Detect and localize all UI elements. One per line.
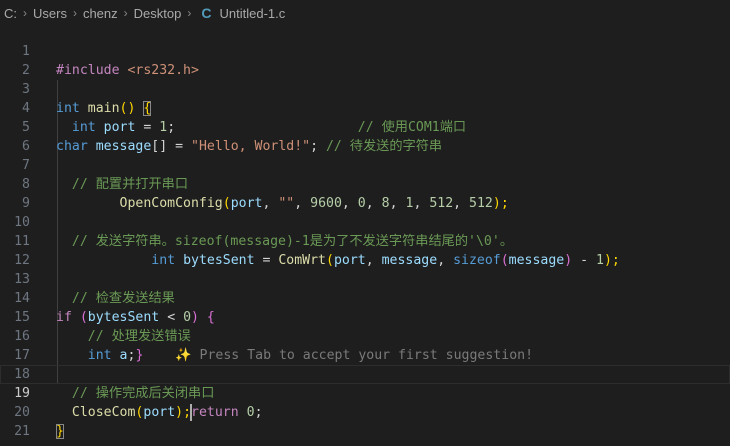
- code-line-20[interactable]: 20 }: [0, 384, 730, 439]
- chevron-right-icon: ›: [187, 6, 192, 20]
- code-line-18[interactable]: 18 // 操作完成后关闭串口: [0, 346, 730, 401]
- chevron-right-icon: ›: [23, 6, 27, 20]
- chevron-right-icon: ›: [123, 6, 128, 20]
- code-line-9[interactable]: 9: [0, 175, 730, 211]
- code-line-17[interactable]: 17: [0, 327, 730, 363]
- line-number: 21: [14, 424, 30, 439]
- line-content: }: [56, 422, 64, 441]
- code-line-6[interactable]: 6: [0, 118, 730, 154]
- code-line-14[interactable]: 14 if (bytesSent < 0) {: [0, 270, 730, 325]
- code-line-8[interactable]: 8 OpenComConfig(port, "", 9600, 0, 8, 1,…: [0, 156, 730, 211]
- code-line-7[interactable]: 7 // 配置并打开串口: [0, 137, 730, 192]
- breadcrumb-users[interactable]: Users: [31, 6, 69, 21]
- code-line-11[interactable]: 11 int bytesSent = ComWrt(port, message,…: [0, 213, 730, 268]
- code-line-10[interactable]: 10 // 发送字符串。sizeof(message)-1是为了不发送字符串结尾…: [0, 194, 730, 249]
- code-line-21[interactable]: 21: [0, 403, 730, 439]
- code-line-15[interactable]: 15 // 处理发送错误: [0, 289, 730, 344]
- code-line-19[interactable]: 19 CloseCom(port);return 0;: [0, 365, 730, 421]
- bracket-match: }: [56, 424, 64, 439]
- code-line-4[interactable]: 4 int port = 1; // 使用COM1端口: [0, 80, 730, 135]
- breadcrumb-file[interactable]: Untitled-1.c: [217, 6, 287, 21]
- c-file-icon: C: [201, 5, 212, 21]
- breadcrumb-chenz[interactable]: chenz: [81, 6, 120, 21]
- code-line-5[interactable]: 5 char message[] = "Hello, World!"; // 待…: [0, 99, 730, 154]
- code-line-13[interactable]: 13 // 检查发送结果: [0, 251, 730, 306]
- code-line-1[interactable]: 1 #include <rs232.h>: [0, 23, 730, 78]
- code-line-2[interactable]: 2: [0, 42, 730, 78]
- breadcrumb-drive[interactable]: C:: [0, 6, 19, 21]
- code-line-3[interactable]: 3 int main() {: [0, 61, 730, 116]
- chevron-right-icon: ›: [72, 6, 77, 20]
- code-line-16[interactable]: 16 int a;} ✨ Press Tab to accept your fi…: [0, 308, 730, 363]
- code-editor[interactable]: 1 #include <rs232.h> 2 3 int main() { 4 …: [0, 23, 730, 439]
- breadcrumb-desktop[interactable]: Desktop: [132, 6, 184, 21]
- code-line-12[interactable]: 12: [0, 232, 730, 268]
